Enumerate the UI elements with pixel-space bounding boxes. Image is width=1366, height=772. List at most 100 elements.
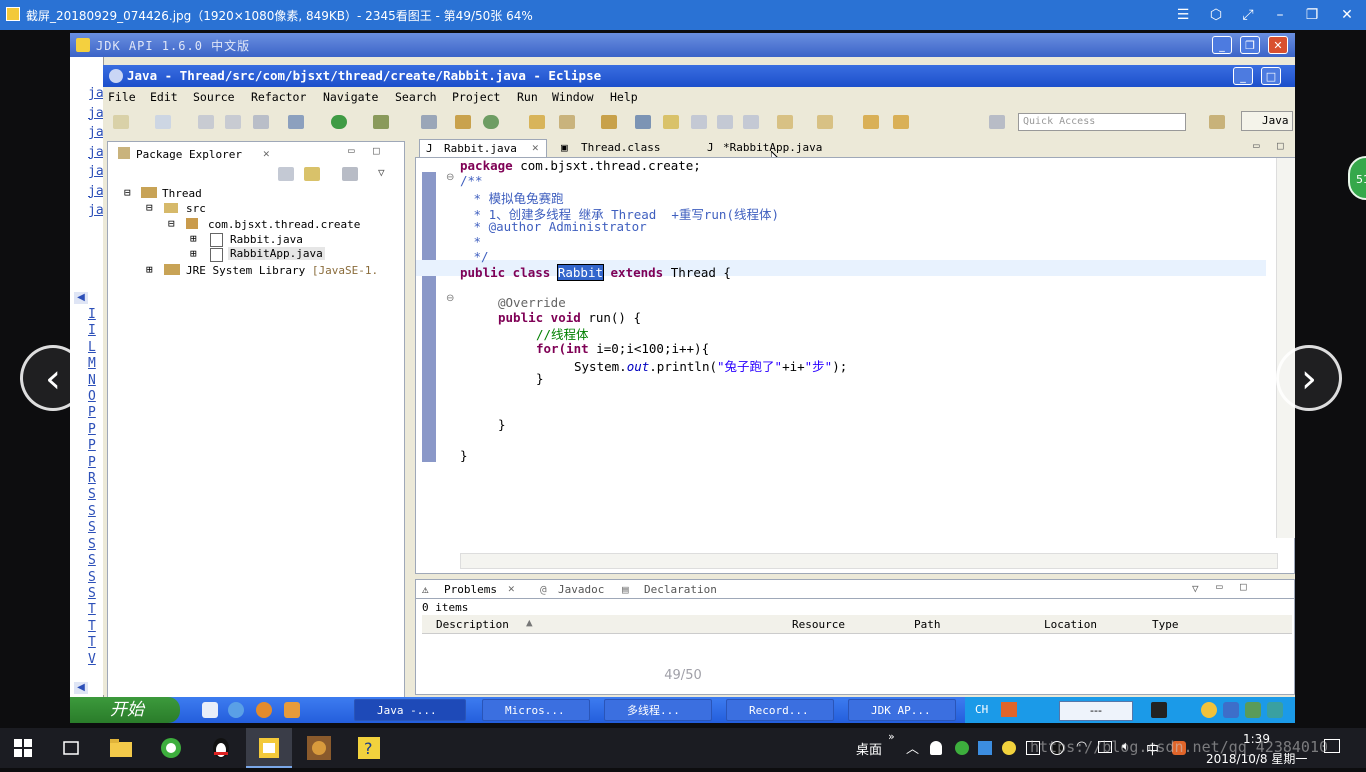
qq-icon[interactable] [1201,702,1217,718]
tray-plus-icon[interactable] [1002,741,1016,755]
jdk-class-link[interactable]: ja [70,123,104,143]
pin-icon[interactable] [989,115,1005,129]
tree-item-project[interactable]: Thread [162,187,202,200]
jdk-class-link[interactable]: T [70,635,96,651]
jdk-class-link[interactable]: P [70,422,96,438]
quick-access-input[interactable]: Quick Access [1018,113,1186,131]
toolbar-expand-icon[interactable]: » [888,730,895,743]
forward-icon[interactable] [893,115,909,129]
tab-problems[interactable]: Problems [444,583,497,596]
input-language[interactable]: CH [975,703,988,716]
ie-icon[interactable] [228,702,244,718]
tree-item-package[interactable]: com.bjsxt.thread.create [208,218,360,231]
start-button[interactable]: 开始 [70,697,180,723]
back-icon[interactable] [863,115,879,129]
col-path[interactable]: Path [914,618,941,631]
highlight-icon[interactable] [663,115,679,129]
tree-toggle[interactable]: ⊟ [124,186,131,199]
jdk-class-link[interactable]: S [70,537,96,553]
jdk-class-link[interactable]: P [70,455,96,471]
panel-minimize-icon[interactable]: ▭ [1216,580,1223,593]
menu-icon[interactable]: ☰ [1172,5,1194,25]
browser-360-icon[interactable] [156,734,186,762]
open-perspective-icon[interactable] [1209,115,1225,129]
block-select-icon[interactable] [717,115,733,129]
windows-start-icon[interactable] [8,734,38,762]
jdk-class-link[interactable]: ja [70,201,104,221]
jdk-close-button[interactable]: ✕ [1268,36,1288,54]
open-task-icon[interactable] [601,115,617,129]
task-threads[interactable]: 多线程... [604,699,712,721]
jdk-class-link[interactable]: S [70,570,96,586]
menu-help[interactable]: Help [610,90,638,104]
package-explorer-tab[interactable]: Package Explorer [136,148,242,161]
link-editor-icon[interactable] [304,167,320,181]
prev-annotation-icon[interactable] [817,115,833,129]
eclipse-minimize-button[interactable]: _ [1233,67,1253,85]
tree-toggle[interactable]: ⊟ [168,217,175,230]
jdk-class-link[interactable]: ja [70,84,104,104]
panel-minimize-icon[interactable]: ▭ [348,144,355,157]
restore-icon[interactable]: ❐ [1301,5,1323,25]
new-type-icon[interactable] [155,115,171,129]
tab-declaration[interactable]: Declaration [644,583,717,596]
jdk-class-link[interactable]: S [70,520,96,536]
side-badge[interactable]: 51 [1348,156,1366,200]
jdk-minimize-button[interactable]: _ [1212,36,1232,54]
tab-thread-class[interactable]: ▣ Thread.class [557,139,687,157]
menu-refactor[interactable]: Refactor [251,90,306,104]
tree-item-jre[interactable]: JRE System Library [JavaSE-1. [186,264,378,277]
run-icon[interactable] [331,115,347,129]
jdk-class-link[interactable]: T [70,619,96,635]
col-location[interactable]: Location [1044,618,1097,631]
desktop-icon[interactable] [202,702,218,718]
open-type-icon[interactable] [455,115,471,129]
open-folder-icon[interactable] [529,115,545,129]
firefox-icon[interactable] [256,702,272,718]
task-jdk-api[interactable]: JDK AP... [848,699,956,721]
jdk-class-link[interactable]: P [70,405,96,421]
qq-penguin-icon[interactable] [206,734,236,762]
tray-app-icon[interactable] [1267,702,1283,718]
fold-icon[interactable]: ⊖ [446,293,454,304]
editor-text-area[interactable]: ⊖ ⊖ package com.bjsxt.thread.create; /**… [415,157,1295,574]
close-tab-icon[interactable]: ✕ [532,141,539,154]
vertical-scrollbar[interactable] [1276,158,1295,538]
save-all-icon[interactable] [225,115,241,129]
tab-javadoc[interactable]: Javadoc [558,583,604,596]
close-icon[interactable]: ✕ [1336,5,1358,25]
print-icon[interactable] [253,115,269,129]
save-icon[interactable] [198,115,214,129]
game-app-icon[interactable] [304,734,334,762]
col-description[interactable]: Description [436,618,509,631]
focus-icon[interactable] [342,167,358,181]
ime-icon[interactable] [1001,702,1017,717]
jdk-class-link[interactable]: I [70,307,96,323]
panel-maximize-icon[interactable]: □ [1240,580,1247,593]
menu-project[interactable]: Project [452,90,500,104]
close-tab-icon[interactable]: ✕ [508,582,515,595]
tree-toggle[interactable]: ⊞ [146,263,153,276]
tree-item-rabbitapp[interactable]: RabbitApp.java [228,247,325,260]
panel-maximize-icon[interactable]: □ [373,144,380,157]
scroll-left-icon-bottom[interactable]: ◀ [74,682,88,694]
tree-item-src[interactable]: src [186,202,206,215]
tray-network-app-icon[interactable] [978,741,992,755]
tray-app-icon[interactable] [1245,702,1261,718]
menu-navigate[interactable]: Navigate [323,90,378,104]
task-record[interactable]: Record... [726,699,834,721]
jdk-restore-button[interactable]: ❐ [1240,36,1260,54]
jdk-class-link[interactable]: R [70,471,96,487]
jdk-class-link[interactable]: ja [70,143,104,163]
tree-item-rabbit[interactable]: Rabbit.java [230,233,303,246]
tree-toggle[interactable]: ⊞ [190,247,197,260]
next-annotation-icon[interactable] [777,115,793,129]
desktop-toolbar-label[interactable]: 桌面 [856,739,882,758]
java-perspective-button[interactable]: Java [1241,111,1293,131]
menu-file[interactable]: File [108,90,136,104]
next-image-button[interactable]: › [1276,345,1342,411]
tree-toggle[interactable]: ⊟ [146,201,153,214]
task-java[interactable]: Java -... [354,699,466,721]
col-resource[interactable]: Resource [792,618,845,631]
jdk-class-link[interactable]: ja [70,182,104,202]
